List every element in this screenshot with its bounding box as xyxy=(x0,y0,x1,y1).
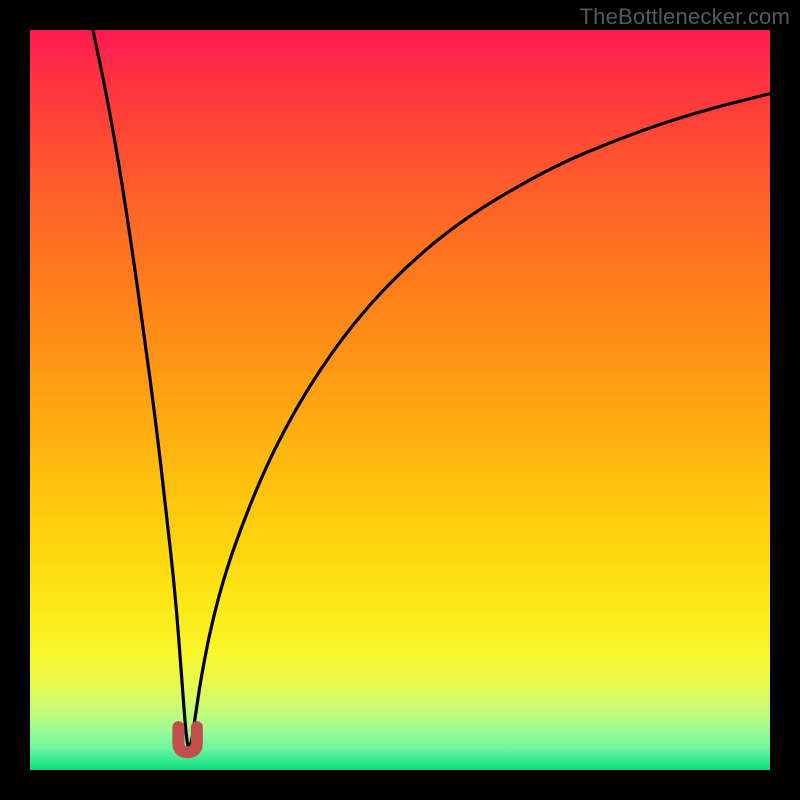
watermark-text: TheBottlenecker.com xyxy=(580,4,790,30)
bottleneck-curve xyxy=(93,30,770,748)
plot-area xyxy=(30,30,770,770)
chart-svg xyxy=(30,30,770,770)
chart-frame: TheBottlenecker.com xyxy=(0,0,800,800)
